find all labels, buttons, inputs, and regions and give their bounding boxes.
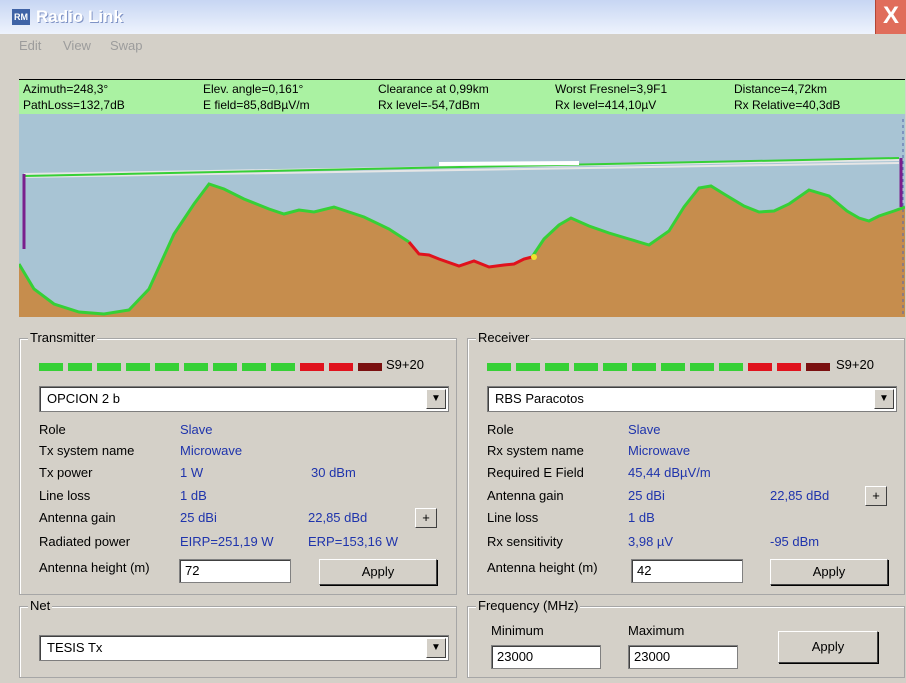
rx-level-dbm-value: Rx level=-54,7dBm xyxy=(378,98,480,112)
rx-gain-add-button[interactable]: + xyxy=(865,486,887,506)
rx-apply-button[interactable]: Apply xyxy=(770,559,888,585)
menu-edit[interactable]: Edit xyxy=(19,38,41,53)
tx-power-w: 1 W xyxy=(180,465,204,480)
elevation-angle-value: Elev. angle=0,161° xyxy=(203,82,304,96)
rx-system-value: Microwave xyxy=(628,443,691,458)
tx-apply-button[interactable]: Apply xyxy=(319,559,437,585)
receiver-title: Receiver xyxy=(476,330,532,345)
rx-loss-label: Line loss xyxy=(487,510,539,525)
rx-level-uv-value: Rx level=414,10µV xyxy=(555,98,657,112)
rx-loss-value: 1 dB xyxy=(628,510,655,525)
rx-role-label: Role xyxy=(487,422,514,437)
rx-relative-value: Rx Relative=40,3dB xyxy=(734,98,841,112)
rx-field-label: Required E Field xyxy=(487,465,584,480)
receiver-group: Receiver S9+20 RBS Paracotos ▼ Role Slav… xyxy=(467,330,905,595)
frequency-title: Frequency (MHz) xyxy=(476,598,581,613)
frequency-min-value: 23000 xyxy=(497,649,534,664)
tx-system-value: Microwave xyxy=(180,443,243,458)
rx-site-select[interactable]: RBS Paracotos ▼ xyxy=(487,386,897,412)
menu-swap[interactable]: Swap xyxy=(110,38,143,53)
net-select[interactable]: TESIS Tx ▼ xyxy=(39,635,449,661)
menu-bar: Edit View Swap xyxy=(0,34,906,58)
tx-site-select[interactable]: OPCION 2 b ▼ xyxy=(39,386,449,412)
rx-role-value: Slave xyxy=(628,422,661,437)
transmitter-title: Transmitter xyxy=(28,330,98,345)
tx-gain-add-button[interactable]: + xyxy=(415,508,437,528)
distance-value: Distance=4,72km xyxy=(734,82,828,96)
path-loss-value: PathLoss=132,7dB xyxy=(23,98,125,112)
fresnel-highlight xyxy=(438,161,580,166)
clearance-value: Clearance at 0,99km xyxy=(378,82,489,96)
terrain-profile-view[interactable] xyxy=(19,114,905,317)
close-button[interactable]: X xyxy=(875,0,906,34)
rx-sensitivity-uv: 3,98 µV xyxy=(628,534,674,549)
rx-gain-dbd: 22,85 dBd xyxy=(770,488,830,503)
e-field-value: E field=85,8dBµV/m xyxy=(203,98,310,112)
frequency-group: Frequency (MHz) Minimum 23000 Maximum 23… xyxy=(467,598,905,678)
rx-meter-label: S9+20 xyxy=(836,357,874,372)
tx-erp-value: ERP=153,16 W xyxy=(308,534,398,549)
tx-role-value: Slave xyxy=(180,422,213,437)
window-title: Radio Link xyxy=(36,7,123,26)
app-icon: RM xyxy=(12,9,30,25)
rx-gain-dbi: 25 dBi xyxy=(628,488,665,503)
title-bar: RM Radio Link X xyxy=(0,0,906,35)
rx-system-label: Rx system name xyxy=(487,443,584,458)
chevron-down-icon[interactable]: ▼ xyxy=(426,389,446,409)
frequency-max-input[interactable]: 23000 xyxy=(628,645,738,669)
tx-site-value: OPCION 2 b xyxy=(47,391,120,406)
rx-sensitivity-label: Rx sensitivity xyxy=(487,534,563,549)
rx-site-value: RBS Paracotos xyxy=(495,391,584,406)
tx-loss-value: 1 dB xyxy=(180,488,207,503)
rx-signal-meter xyxy=(487,363,830,371)
worst-point-marker xyxy=(531,254,537,260)
tx-eirp-value: EIRP=251,19 W xyxy=(180,534,274,549)
tx-signal-meter xyxy=(39,363,382,371)
net-group: Net TESIS Tx ▼ xyxy=(19,598,457,678)
rx-height-label: Antenna height (m) xyxy=(487,560,598,575)
tx-gain-label: Antenna gain xyxy=(39,510,116,525)
tx-height-input[interactable]: 72 xyxy=(179,559,291,583)
frequency-max-label: Maximum xyxy=(628,623,685,638)
chevron-down-icon[interactable]: ▼ xyxy=(426,638,446,658)
tx-meter-label: S9+20 xyxy=(386,357,424,372)
tx-loss-label: Line loss xyxy=(39,488,91,503)
frequency-apply-button[interactable]: Apply xyxy=(778,631,878,663)
rx-sensitivity-dbm: -95 dBm xyxy=(770,534,820,549)
net-value: TESIS Tx xyxy=(47,640,103,655)
tx-power-dbm: 30 dBm xyxy=(311,465,356,480)
frequency-min-input[interactable]: 23000 xyxy=(491,645,601,669)
tx-system-label: Tx system name xyxy=(39,443,135,458)
worst-fresnel-value: Worst Fresnel=3,9F1 xyxy=(555,82,668,96)
rx-gain-label: Antenna gain xyxy=(487,488,564,503)
tx-height-value: 72 xyxy=(185,563,200,578)
tx-gain-dbd: 22,85 dBd xyxy=(308,510,368,525)
rx-height-input[interactable]: 42 xyxy=(631,559,743,583)
tx-power-label: Tx power xyxy=(39,465,93,480)
terrain-profile-graphic xyxy=(19,114,905,317)
net-title: Net xyxy=(28,598,53,613)
menu-view[interactable]: View xyxy=(63,38,91,53)
tx-role-label: Role xyxy=(39,422,66,437)
rx-height-value: 42 xyxy=(637,563,652,578)
link-info-bar: Azimuth=248,3° Elev. angle=0,161° Cleara… xyxy=(19,79,905,115)
frequency-max-value: 23000 xyxy=(634,649,671,664)
rx-field-value: 45,44 dBµV/m xyxy=(628,465,711,480)
transmitter-group: Transmitter S9+20 OPCION 2 b ▼ Role Slav… xyxy=(19,330,457,595)
frequency-min-label: Minimum xyxy=(491,623,544,638)
azimuth-value: Azimuth=248,3° xyxy=(23,82,109,96)
tx-gain-dbi: 25 dBi xyxy=(180,510,217,525)
tx-height-label: Antenna height (m) xyxy=(39,560,150,575)
chevron-down-icon[interactable]: ▼ xyxy=(874,389,894,409)
tx-radiated-label: Radiated power xyxy=(39,534,131,549)
